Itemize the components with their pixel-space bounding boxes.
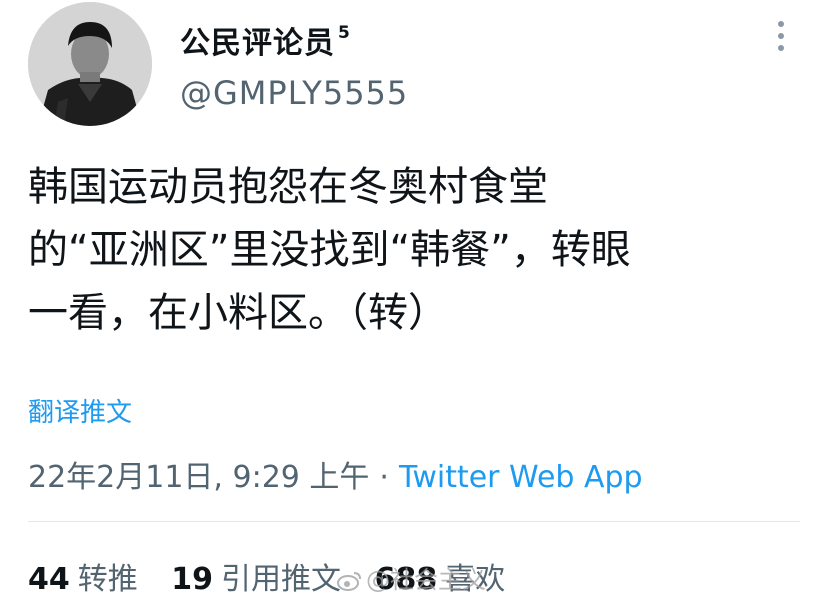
translate-tweet-link[interactable]: 翻译推文	[28, 392, 132, 429]
weibo-logo-icon	[336, 570, 362, 592]
author-display-name[interactable]: 公民评论员 5	[180, 18, 351, 62]
retweets-count: 44	[28, 562, 70, 597]
name-superscript: 5	[338, 23, 351, 43]
retweets-label: 转推	[77, 562, 138, 597]
divider	[28, 521, 800, 522]
profile-photo-man-icon	[28, 2, 152, 126]
tweet-text-line: 韩国运动员抱怨在冬奥村食堂	[28, 164, 548, 210]
tweet-text-line: 一看，在小料区。（转）	[28, 290, 448, 336]
more-options-icon[interactable]	[770, 16, 792, 56]
avatar[interactable]	[28, 2, 152, 126]
tweet-metadata: 22年2月11日, 9:29 上午 · Twitter Web App	[28, 452, 643, 496]
tweet-text-line: 的“亚洲区”里没找到“韩餐”，转眼	[28, 227, 631, 273]
meta-separator: ·	[379, 460, 389, 495]
tweet-text: 韩国运动员抱怨在冬奥村食堂 的“亚洲区”里没找到“韩餐”，转眼 一看，在小料区。…	[28, 156, 818, 345]
quotes-label: 引用推文	[221, 562, 342, 597]
source-link[interactable]: Twitter Web App	[399, 460, 643, 495]
retweets-stat[interactable]: 44 转推	[28, 562, 138, 597]
timestamp[interactable]: 22年2月11日, 9:29 上午	[28, 460, 369, 495]
quotes-count: 19	[171, 562, 214, 597]
quotes-stat[interactable]: 19 引用推文	[171, 562, 341, 597]
display-name-text: 公民评论员	[180, 26, 335, 61]
watermark-text: @社会主义	[366, 566, 486, 594]
watermark: @社会主义	[336, 560, 486, 595]
author-handle[interactable]: @GMPLY5555	[180, 74, 408, 112]
